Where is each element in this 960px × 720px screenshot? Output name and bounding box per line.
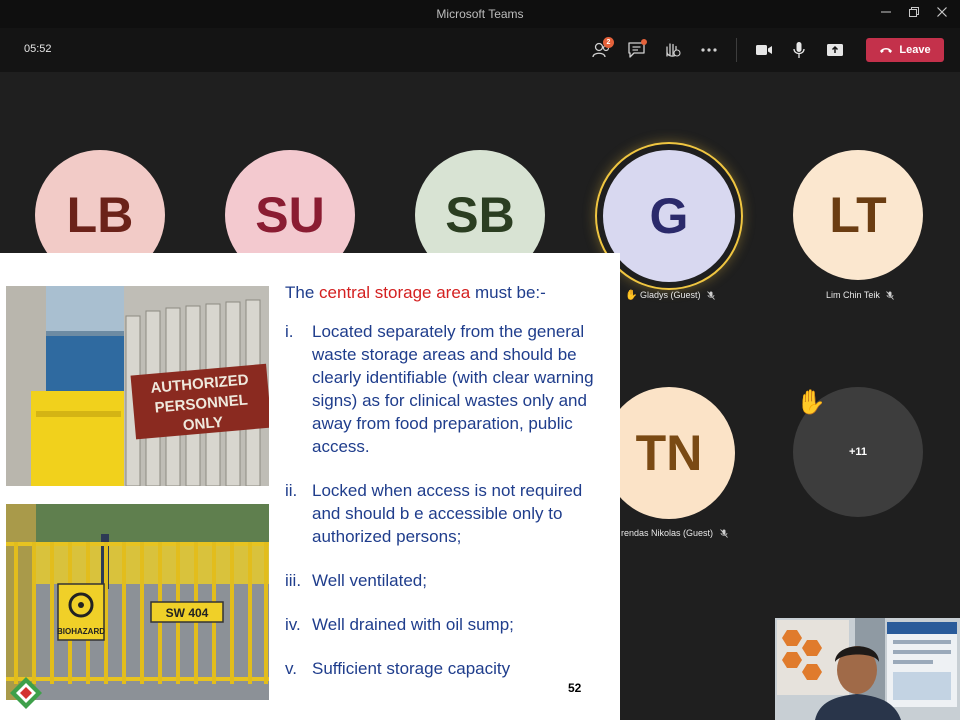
- minimize-icon[interactable]: [876, 4, 896, 24]
- avatar-initials: G: [649, 188, 689, 244]
- list-item-number: ii.: [285, 481, 298, 500]
- mic-muted-icon: [886, 291, 895, 300]
- microphone-button[interactable]: [786, 38, 812, 62]
- list-item-number: iii.: [285, 571, 302, 590]
- participant-name-label: Gladys (Guest): [639, 290, 701, 300]
- leave-label: Leave: [899, 44, 931, 56]
- slide-heading: The central storage area must be:-: [285, 281, 615, 304]
- slide-list-item: iv. Well drained with oil sump;: [285, 613, 615, 636]
- raised-hand-icon: ✋: [625, 290, 638, 301]
- participant-name-label: rendas Nikolas (Guest): [621, 528, 714, 538]
- share-screen-button[interactable]: [822, 38, 848, 62]
- participants-button[interactable]: 2: [589, 37, 615, 62]
- avatar-initials: SB: [445, 187, 515, 243]
- list-item-text: Well drained with oil sump;: [312, 615, 514, 634]
- participants-badge: 2: [603, 37, 614, 48]
- avatar-initials: TN: [635, 425, 703, 481]
- restore-icon[interactable]: [904, 4, 924, 24]
- slide-list-item: v. Sufficient storage capacity: [285, 657, 615, 680]
- slide-text-content: The central storage area must be:- i. Loc…: [285, 281, 615, 701]
- chat-notification-dot: [641, 39, 647, 45]
- avatar-initials: SU: [255, 187, 325, 243]
- list-item-text: Sufficient storage capacity: [312, 659, 511, 678]
- close-icon[interactable]: [932, 4, 952, 24]
- slide-list-item: iii. Well ventilated;: [285, 569, 615, 592]
- participant-avatar-lt[interactable]: LT: [793, 150, 923, 280]
- self-video-preview[interactable]: [775, 618, 960, 720]
- participant-name-gladys: ✋ Gladys (Guest): [625, 290, 715, 301]
- list-item-text: Locked when access is not required and s…: [312, 481, 583, 546]
- list-item-text: Well ventilated;: [312, 571, 427, 590]
- overflow-count: +11: [848, 446, 868, 458]
- participant-name-label: Lim Chin Teik: [826, 290, 880, 300]
- slide-heading-highlight: central storage area: [319, 283, 471, 302]
- more-actions-button[interactable]: [696, 38, 722, 62]
- slide-list-item: ii. Locked when access is not required an…: [285, 479, 615, 548]
- list-item-text: Located separately from the general wast…: [312, 322, 594, 456]
- participant-avatar-tn[interactable]: TN: [603, 387, 735, 519]
- more-horizontal-icon: [701, 48, 717, 52]
- meeting-timer: 05:52: [24, 43, 52, 55]
- self-video-feed: [775, 618, 960, 720]
- leave-button[interactable]: Leave: [866, 38, 944, 62]
- share-screen-icon: [827, 44, 843, 56]
- slide-page-number: 52: [568, 681, 582, 695]
- avatar-initials: LT: [829, 187, 887, 243]
- participant-name-lim-chin-teik: Lim Chin Teik: [826, 290, 895, 300]
- participant-avatar-g[interactable]: G: [603, 150, 735, 282]
- mic-muted-icon: [719, 529, 728, 538]
- microphone-icon: [793, 42, 805, 58]
- slide-heading-suffix: must be:-: [470, 283, 546, 302]
- gate-number-label: SW 404: [166, 606, 209, 620]
- meeting-toolbar: 05:52 2 Leave: [0, 28, 960, 72]
- camera-button[interactable]: [751, 38, 777, 62]
- organization-logo-icon: [10, 677, 42, 709]
- raise-hand-icon: [666, 43, 681, 57]
- slide-photo-authorized-sign: AUTHORIZED PERSONNEL ONLY: [6, 286, 269, 486]
- mic-muted-icon: [707, 291, 715, 300]
- reactions-button[interactable]: [659, 38, 685, 62]
- window-titlebar: Microsoft Teams: [0, 0, 960, 28]
- slide-photo-biohazard-gate: BIOHAZARD SW 404: [6, 504, 269, 700]
- sign-line-3: ONLY: [182, 414, 224, 434]
- participant-name-rendas-nikolas: rendas Nikolas (Guest): [621, 528, 728, 538]
- camera-icon: [756, 45, 772, 55]
- hang-up-icon: [880, 48, 893, 54]
- list-item-number: v.: [285, 659, 297, 678]
- slide-heading-prefix: The: [285, 283, 320, 302]
- window-title: Microsoft Teams: [436, 7, 524, 21]
- raised-hand-icon: ✋: [796, 389, 826, 416]
- list-item-number: i.: [285, 322, 294, 341]
- chat-button[interactable]: [624, 38, 650, 62]
- avatar-initials: LB: [66, 187, 134, 243]
- list-item-number: iv.: [285, 615, 301, 634]
- toolbar-divider: [736, 38, 737, 62]
- biohazard-label: BIOHAZARD: [57, 627, 105, 636]
- shared-slide: AUTHORIZED PERSONNEL ONLY BIOHAZARD SW 4…: [0, 253, 620, 720]
- slide-list-item: i. Located separately from the general wa…: [285, 320, 615, 458]
